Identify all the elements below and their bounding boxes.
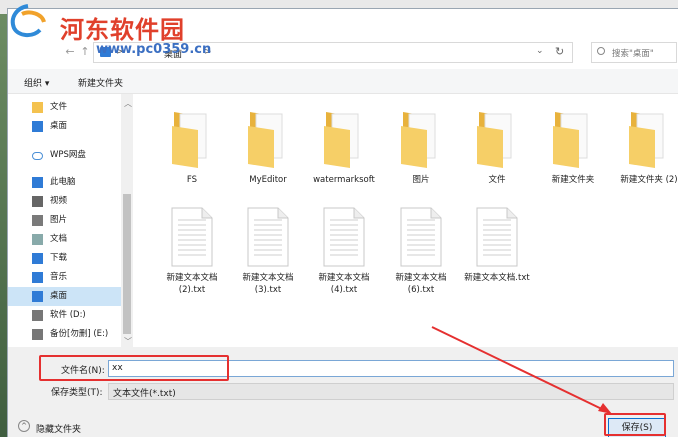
site-logo xyxy=(10,4,46,37)
save-dialog: ← ↑ > 桌面 > ⌄ ↻ 搜索"桌面" 组织 ▾ 新建文件夹 文件 桌面 WPS… xyxy=(7,8,678,437)
annotation-arrow xyxy=(431,326,612,414)
watermark-url: www.pc0359.cn xyxy=(96,42,212,57)
watermark-title: 河东软件园 xyxy=(60,15,185,44)
desktop-background xyxy=(0,14,7,437)
